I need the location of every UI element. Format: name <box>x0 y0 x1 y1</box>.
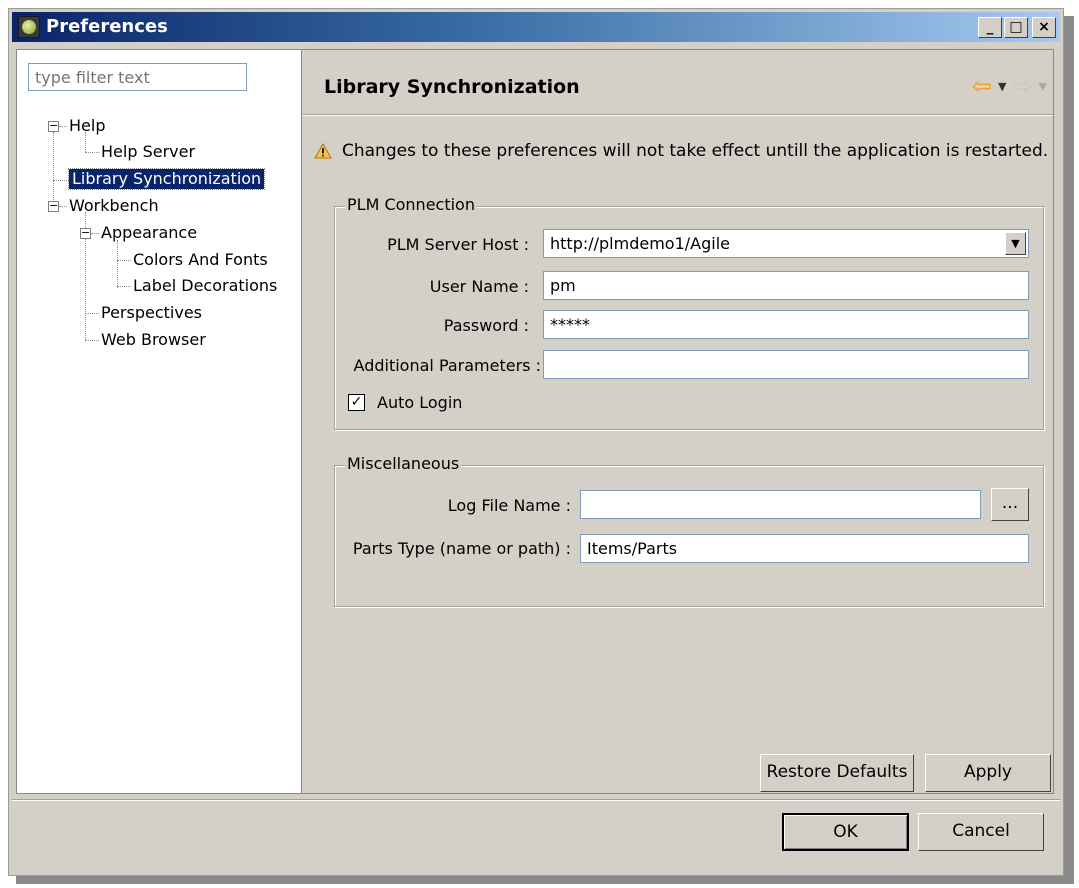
chevron-down-icon[interactable]: ▼ <box>1005 232 1026 255</box>
miscellaneous-group: Miscellaneous Log File Name : ... Parts … <box>334 454 1044 607</box>
close-button[interactable]: × <box>1032 17 1056 38</box>
additional-parameters-field[interactable] <box>543 350 1029 379</box>
tree-line <box>117 240 118 288</box>
log-file-name-label: Log File Name : <box>447 496 571 515</box>
apply-button[interactable]: Apply <box>925 754 1051 792</box>
tree-item-help-server[interactable]: Help Server <box>101 142 195 162</box>
tree-line <box>59 126 67 127</box>
tree-item-perspectives[interactable]: Perspectives <box>101 303 202 323</box>
plm-connection-label: PLM Connection <box>345 195 477 214</box>
tree-item-label-decorations[interactable]: Label Decorations <box>133 276 277 296</box>
tree-item-web-browser[interactable]: Web Browser <box>101 330 206 350</box>
collapse-icon[interactable]: − <box>80 227 91 239</box>
footer-separator <box>12 799 1060 801</box>
tree-line <box>91 233 99 234</box>
user-name-label: User Name : <box>429 277 529 296</box>
tree-item-help[interactable]: Help <box>69 116 105 136</box>
window-title: Preferences <box>46 16 168 37</box>
filter-input[interactable] <box>28 63 247 91</box>
restart-warning: Changes to these preferences will not ta… <box>314 141 1049 161</box>
miscellaneous-label: Miscellaneous <box>345 454 462 473</box>
tree-line <box>53 180 69 181</box>
tree-line <box>117 286 131 287</box>
tree-item-library-synchronization[interactable]: Library Synchronization <box>67 168 266 190</box>
back-arrow-icon[interactable]: ⇦ <box>972 72 992 100</box>
parts-type-field[interactable]: Items/Parts <box>580 534 1029 563</box>
plm-connection-group: PLM Connection PLM Server Host : http://… <box>334 195 1044 430</box>
plm-server-host-label: PLM Server Host : <box>387 235 529 254</box>
password-label: Password : <box>443 316 529 335</box>
ok-button[interactable]: OK <box>782 813 909 851</box>
window-controls: _ □ × <box>978 17 1056 38</box>
page-navigation: ⇦ ▼ ⇨ ▼ <box>972 72 1047 100</box>
preference-tree-panel: − Help Help Server Library Synchronizati… <box>16 49 302 794</box>
tree-item-workbench[interactable]: Workbench <box>69 196 159 216</box>
log-file-name-field[interactable] <box>580 490 981 519</box>
tree-line <box>85 313 99 314</box>
tree-line <box>53 132 54 204</box>
restore-defaults-button[interactable]: Restore Defaults <box>760 754 914 792</box>
title-bar[interactable]: Preferences _ □ × <box>12 12 1060 42</box>
collapse-icon[interactable]: − <box>48 200 59 212</box>
header-separator <box>302 114 1053 116</box>
maximize-button[interactable]: □ <box>1004 17 1028 38</box>
tree-line <box>117 260 131 261</box>
back-dropdown-icon[interactable]: ▼ <box>998 80 1006 93</box>
user-name-field[interactable]: pm <box>543 271 1029 300</box>
collapse-icon[interactable]: − <box>48 120 59 132</box>
tree-item-colors-and-fonts[interactable]: Colors And Fonts <box>133 250 268 270</box>
warning-text: Changes to these preferences will not ta… <box>342 141 1049 161</box>
parts-type-label: Parts Type (name or path) : <box>352 539 571 558</box>
plm-server-host-combo[interactable]: http://plmdemo1/Agile ▼ <box>543 229 1029 258</box>
warning-icon <box>314 143 332 159</box>
forward-arrow-icon: ⇨ <box>1012 72 1033 100</box>
page-title: Library Synchronization <box>324 76 580 98</box>
tree-item-appearance[interactable]: Appearance <box>101 223 197 243</box>
plm-server-host-value: http://plmdemo1/Agile <box>550 234 730 253</box>
forward-dropdown-icon: ▼ <box>1038 79 1047 93</box>
eclipse-app-icon <box>18 16 40 38</box>
preference-page-panel: Library Synchronization ⇦ ▼ ⇨ ▼ Changes … <box>302 49 1054 794</box>
password-field[interactable]: ***** <box>543 310 1029 339</box>
additional-parameters-label: Additional Parameters : <box>353 356 541 375</box>
minimize-button[interactable]: _ <box>978 17 1002 38</box>
tree-line <box>59 206 67 207</box>
auto-login-checkbox[interactable]: ✓ <box>348 394 365 411</box>
cancel-button[interactable]: Cancel <box>918 813 1044 851</box>
tree-line <box>85 340 99 341</box>
auto-login-label: Auto Login <box>377 393 463 412</box>
tree-line <box>85 152 99 153</box>
preferences-window: Preferences _ □ × − Help Help Server Lib… <box>8 8 1064 876</box>
browse-log-file-button[interactable]: ... <box>991 488 1029 521</box>
